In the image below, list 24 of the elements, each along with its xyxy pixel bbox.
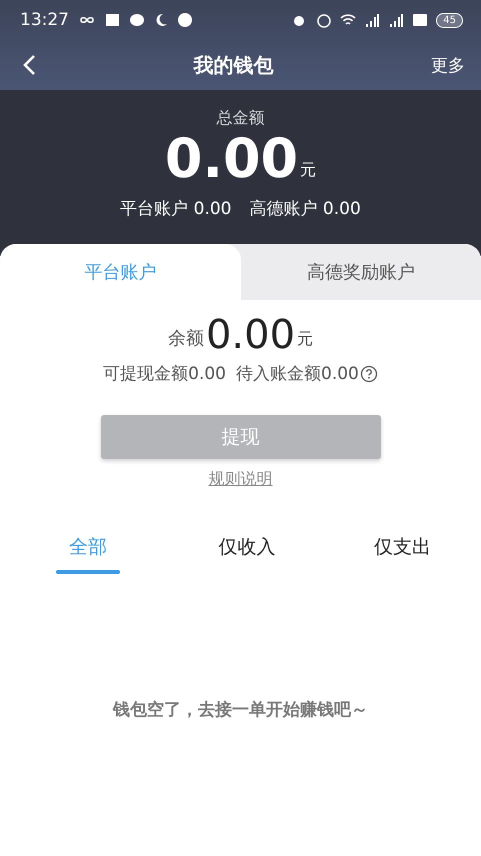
pending-amount: 待入账金额0.00 bbox=[236, 363, 359, 385]
balance-amount: 0.00 bbox=[206, 312, 296, 358]
account-balance: 平台账户 0.00 bbox=[120, 198, 232, 220]
page-title: 我的钱包 bbox=[192, 52, 274, 78]
currency-unit: 元 bbox=[297, 329, 314, 350]
battery-level: 45 bbox=[436, 12, 463, 28]
balance-label: 余额 bbox=[168, 327, 204, 350]
help-icon[interactable] bbox=[360, 364, 378, 382]
status-time: 13:27 bbox=[20, 10, 69, 30]
more-link[interactable]: 更多 bbox=[431, 54, 465, 76]
account-balance: 高德账户 0.00 bbox=[250, 198, 361, 220]
withdrawable-amount: 可提现金额0.00 bbox=[103, 363, 226, 385]
signal-icon bbox=[388, 12, 404, 28]
empty-message: 钱包空了，去接一单开始赚钱吧～ bbox=[112, 699, 369, 721]
total-amount: 0.00 bbox=[164, 129, 298, 189]
filter-tab[interactable]: 仅收入 bbox=[218, 534, 276, 560]
back-icon[interactable] bbox=[22, 54, 36, 76]
rules-link[interactable]: 规则说明 bbox=[208, 469, 272, 490]
signal-icon bbox=[364, 12, 380, 28]
account-tab[interactable]: 高德奖励账户 bbox=[240, 244, 481, 300]
currency-unit: 元 bbox=[300, 160, 316, 181]
filter-tab[interactable]: 仅支出 bbox=[374, 534, 431, 560]
tab-indicator bbox=[56, 570, 120, 574]
total-label: 总金额 bbox=[216, 108, 264, 129]
